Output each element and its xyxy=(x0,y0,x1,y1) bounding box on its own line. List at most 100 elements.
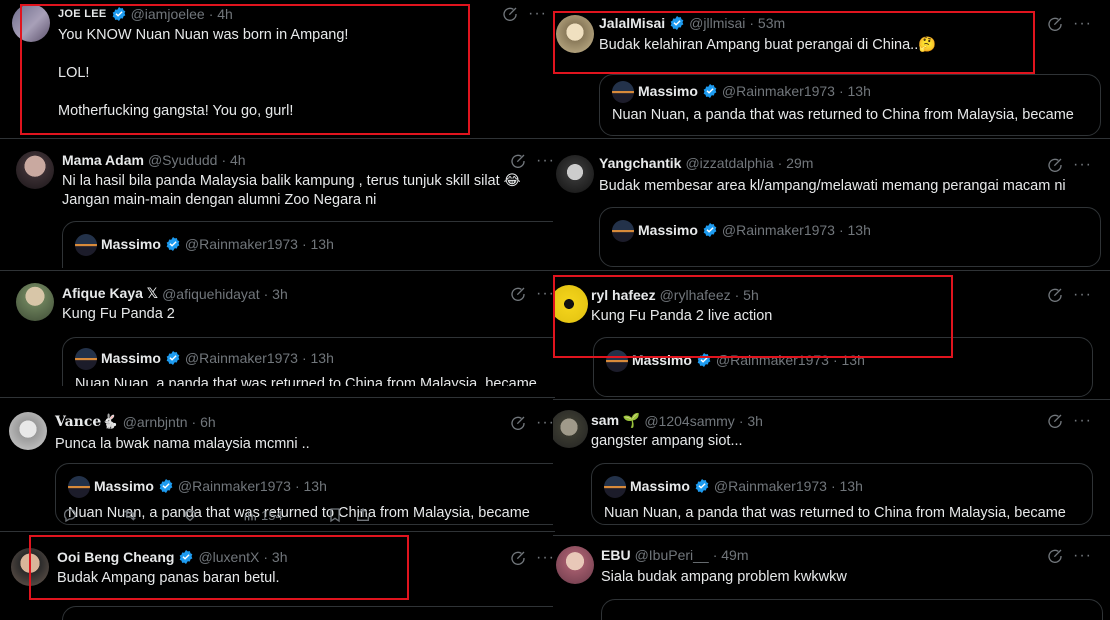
author-handle[interactable]: @luxentX xyxy=(198,549,259,565)
grok-icon[interactable] xyxy=(1047,548,1063,564)
post-text-line: Siala budak ampang problem kwkwkw xyxy=(601,569,847,585)
more-icon[interactable]: ··· xyxy=(1073,16,1092,32)
quoted-avatar xyxy=(612,220,634,242)
post-yangchantik[interactable]: Yangchantik @izzatdalphia · 29m ··· Buda… xyxy=(553,141,1110,269)
quoted-post[interactable] xyxy=(601,599,1103,620)
author-name[interactable]: Mama Adam xyxy=(62,152,144,168)
post-time[interactable]: · 4h xyxy=(209,6,233,22)
quoted-author-name: Massimo xyxy=(630,478,690,494)
reply-icon[interactable] xyxy=(62,507,78,523)
author-name[interactable]: EBU xyxy=(601,547,631,563)
quoted-post[interactable]: Massimo @Rainmaker1973 · 13h xyxy=(599,207,1101,267)
post-jalalmisai[interactable]: JalalMisai @jllmisai · 53m ··· Budak kel… xyxy=(553,0,1110,138)
post-text-line: Budak membesar area kl/ampang/melawati m… xyxy=(599,178,1066,194)
author-handle[interactable]: @iamjoelee xyxy=(131,6,205,22)
author-name[interactable]: Vance🐇 xyxy=(55,414,119,430)
author-handle[interactable]: @rylhafeez xyxy=(660,287,731,303)
author-handle[interactable]: @afiquehidayat xyxy=(162,286,260,302)
bookmark-icon[interactable] xyxy=(327,507,343,523)
grok-icon[interactable] xyxy=(1047,413,1063,429)
author-handle[interactable]: @izzatdalphia xyxy=(685,155,773,171)
verified-badge-icon xyxy=(670,16,684,30)
post-time[interactable]: · 5h xyxy=(735,287,759,303)
post-time[interactable]: · 49m xyxy=(713,547,749,563)
post-top-actions: ··· xyxy=(502,6,547,22)
quoted-post[interactable]: Massimo @Rainmaker1973 · 13h Nuan Nuan, … xyxy=(591,463,1093,525)
avatar[interactable] xyxy=(16,283,54,321)
quoted-author-handle: @Rainmaker1973 xyxy=(721,83,835,99)
grok-icon[interactable] xyxy=(1047,16,1063,32)
quoted-author-name: Massimo xyxy=(638,83,698,99)
quoted-post-time: · 13h xyxy=(838,222,871,238)
grok-icon[interactable] xyxy=(510,550,526,566)
author-handle[interactable]: @Syududd xyxy=(148,152,217,168)
quoted-post[interactable]: Massimo @Rainmaker1973 · 13h xyxy=(62,221,555,268)
avatar[interactable] xyxy=(553,285,588,323)
avatar[interactable] xyxy=(556,15,594,53)
author-name[interactable]: sam 🌱 xyxy=(591,412,640,429)
avatar[interactable] xyxy=(556,546,594,584)
avatar[interactable] xyxy=(11,548,49,586)
post-header: Ooi Beng Cheang @luxentX · 3h xyxy=(57,549,288,565)
verified-badge-icon xyxy=(695,479,709,493)
share-icon[interactable] xyxy=(355,507,371,523)
avatar[interactable] xyxy=(16,151,54,189)
post-time[interactable]: · 3h xyxy=(263,549,287,565)
more-icon[interactable]: ··· xyxy=(1073,548,1092,564)
post-ryl-hafeez[interactable]: ryl hafeez @rylhafeez · 5h ··· Kung Fu P… xyxy=(553,273,1110,397)
post-vance[interactable]: Vance🐇 @arnbjntn · 6h ··· Punca la bwak … xyxy=(0,400,555,528)
author-handle[interactable]: @1204sammy xyxy=(644,413,734,429)
author-name[interactable]: Ooi Beng Cheang xyxy=(57,549,174,565)
author-handle[interactable]: @jllmisai xyxy=(689,15,745,31)
quoted-post[interactable] xyxy=(62,606,555,620)
grok-icon[interactable] xyxy=(510,286,526,302)
quoted-post[interactable]: Massimo @Rainmaker1973 · 13h xyxy=(593,337,1093,397)
post-ooi-beng-cheang[interactable]: Ooi Beng Cheang @luxentX · 3h ··· Budak … xyxy=(0,534,555,620)
more-icon[interactable]: ··· xyxy=(1073,413,1092,429)
author-name[interactable]: JalalMisai xyxy=(599,15,665,31)
more-icon[interactable]: ··· xyxy=(1073,157,1092,173)
grok-icon[interactable] xyxy=(510,415,526,431)
verified-badge-icon xyxy=(166,351,180,365)
verified-badge-icon xyxy=(703,223,717,237)
post-time[interactable]: · 29m xyxy=(778,155,814,171)
author-name[interactable]: ryl hafeez xyxy=(591,287,656,303)
avatar[interactable] xyxy=(553,410,588,448)
avatar[interactable] xyxy=(556,155,594,193)
quoted-post[interactable]: Massimo @Rainmaker1973 · 13h Nuan Nuan, … xyxy=(62,337,555,386)
more-icon[interactable]: ··· xyxy=(528,6,547,22)
post-joe-lee[interactable]: JOE LEE @iamjoelee · 4h ··· You KNOW Nua… xyxy=(0,0,555,138)
author-name[interactable]: Afique Kaya 𝕏 xyxy=(62,285,158,302)
more-icon[interactable]: ··· xyxy=(1073,287,1092,303)
author-name[interactable]: JOE LEE xyxy=(58,8,107,20)
views-count[interactable]: 154 xyxy=(242,507,283,523)
post-time[interactable]: · 6h xyxy=(192,414,216,430)
grok-icon[interactable] xyxy=(502,6,518,22)
post-header: Yangchantik @izzatdalphia · 29m xyxy=(599,155,813,171)
right-column: JalalMisai @jllmisai · 53m ··· Budak kel… xyxy=(553,0,1110,620)
quoted-author-handle: @Rainmaker1973 xyxy=(184,236,298,252)
post-header: ryl hafeez @rylhafeez · 5h xyxy=(591,287,759,303)
post-ebu[interactable]: EBU @IbuPeri__ · 49m ··· Siala budak amp… xyxy=(553,538,1110,620)
avatar[interactable] xyxy=(12,4,50,42)
retweet-icon[interactable] xyxy=(122,507,138,523)
post-time[interactable]: · 4h xyxy=(221,152,245,168)
grok-icon[interactable] xyxy=(1047,157,1063,173)
grok-icon[interactable] xyxy=(510,153,526,169)
like-icon[interactable] xyxy=(182,507,198,523)
grok-icon[interactable] xyxy=(1047,287,1063,303)
post-time[interactable]: · 3h xyxy=(739,413,763,429)
post-top-actions: ··· xyxy=(1047,287,1092,303)
post-sam[interactable]: sam 🌱 @1204sammy · 3h ··· gangster ampan… xyxy=(553,402,1110,530)
post-mama-adam[interactable]: Mama Adam @Syududd · 4h ··· Ni la hasil … xyxy=(0,141,555,268)
quoted-post[interactable]: Massimo @Rainmaker1973 · 13h Nuan Nuan, … xyxy=(599,74,1101,136)
post-time[interactable]: · 53m xyxy=(749,15,785,31)
author-name[interactable]: Yangchantik xyxy=(599,155,681,171)
avatar[interactable] xyxy=(9,412,47,450)
post-afique-kaya[interactable]: Afique Kaya 𝕏 @afiquehidayat · 3h ··· Ku… xyxy=(0,273,555,386)
quoted-text: Nuan Nuan, a panda that was returned to … xyxy=(604,505,1066,521)
post-time[interactable]: · 3h xyxy=(264,286,288,302)
author-handle[interactable]: @arnbjntn xyxy=(123,414,188,430)
quoted-avatar xyxy=(75,234,97,256)
author-handle[interactable]: @IbuPeri__ xyxy=(635,547,709,563)
